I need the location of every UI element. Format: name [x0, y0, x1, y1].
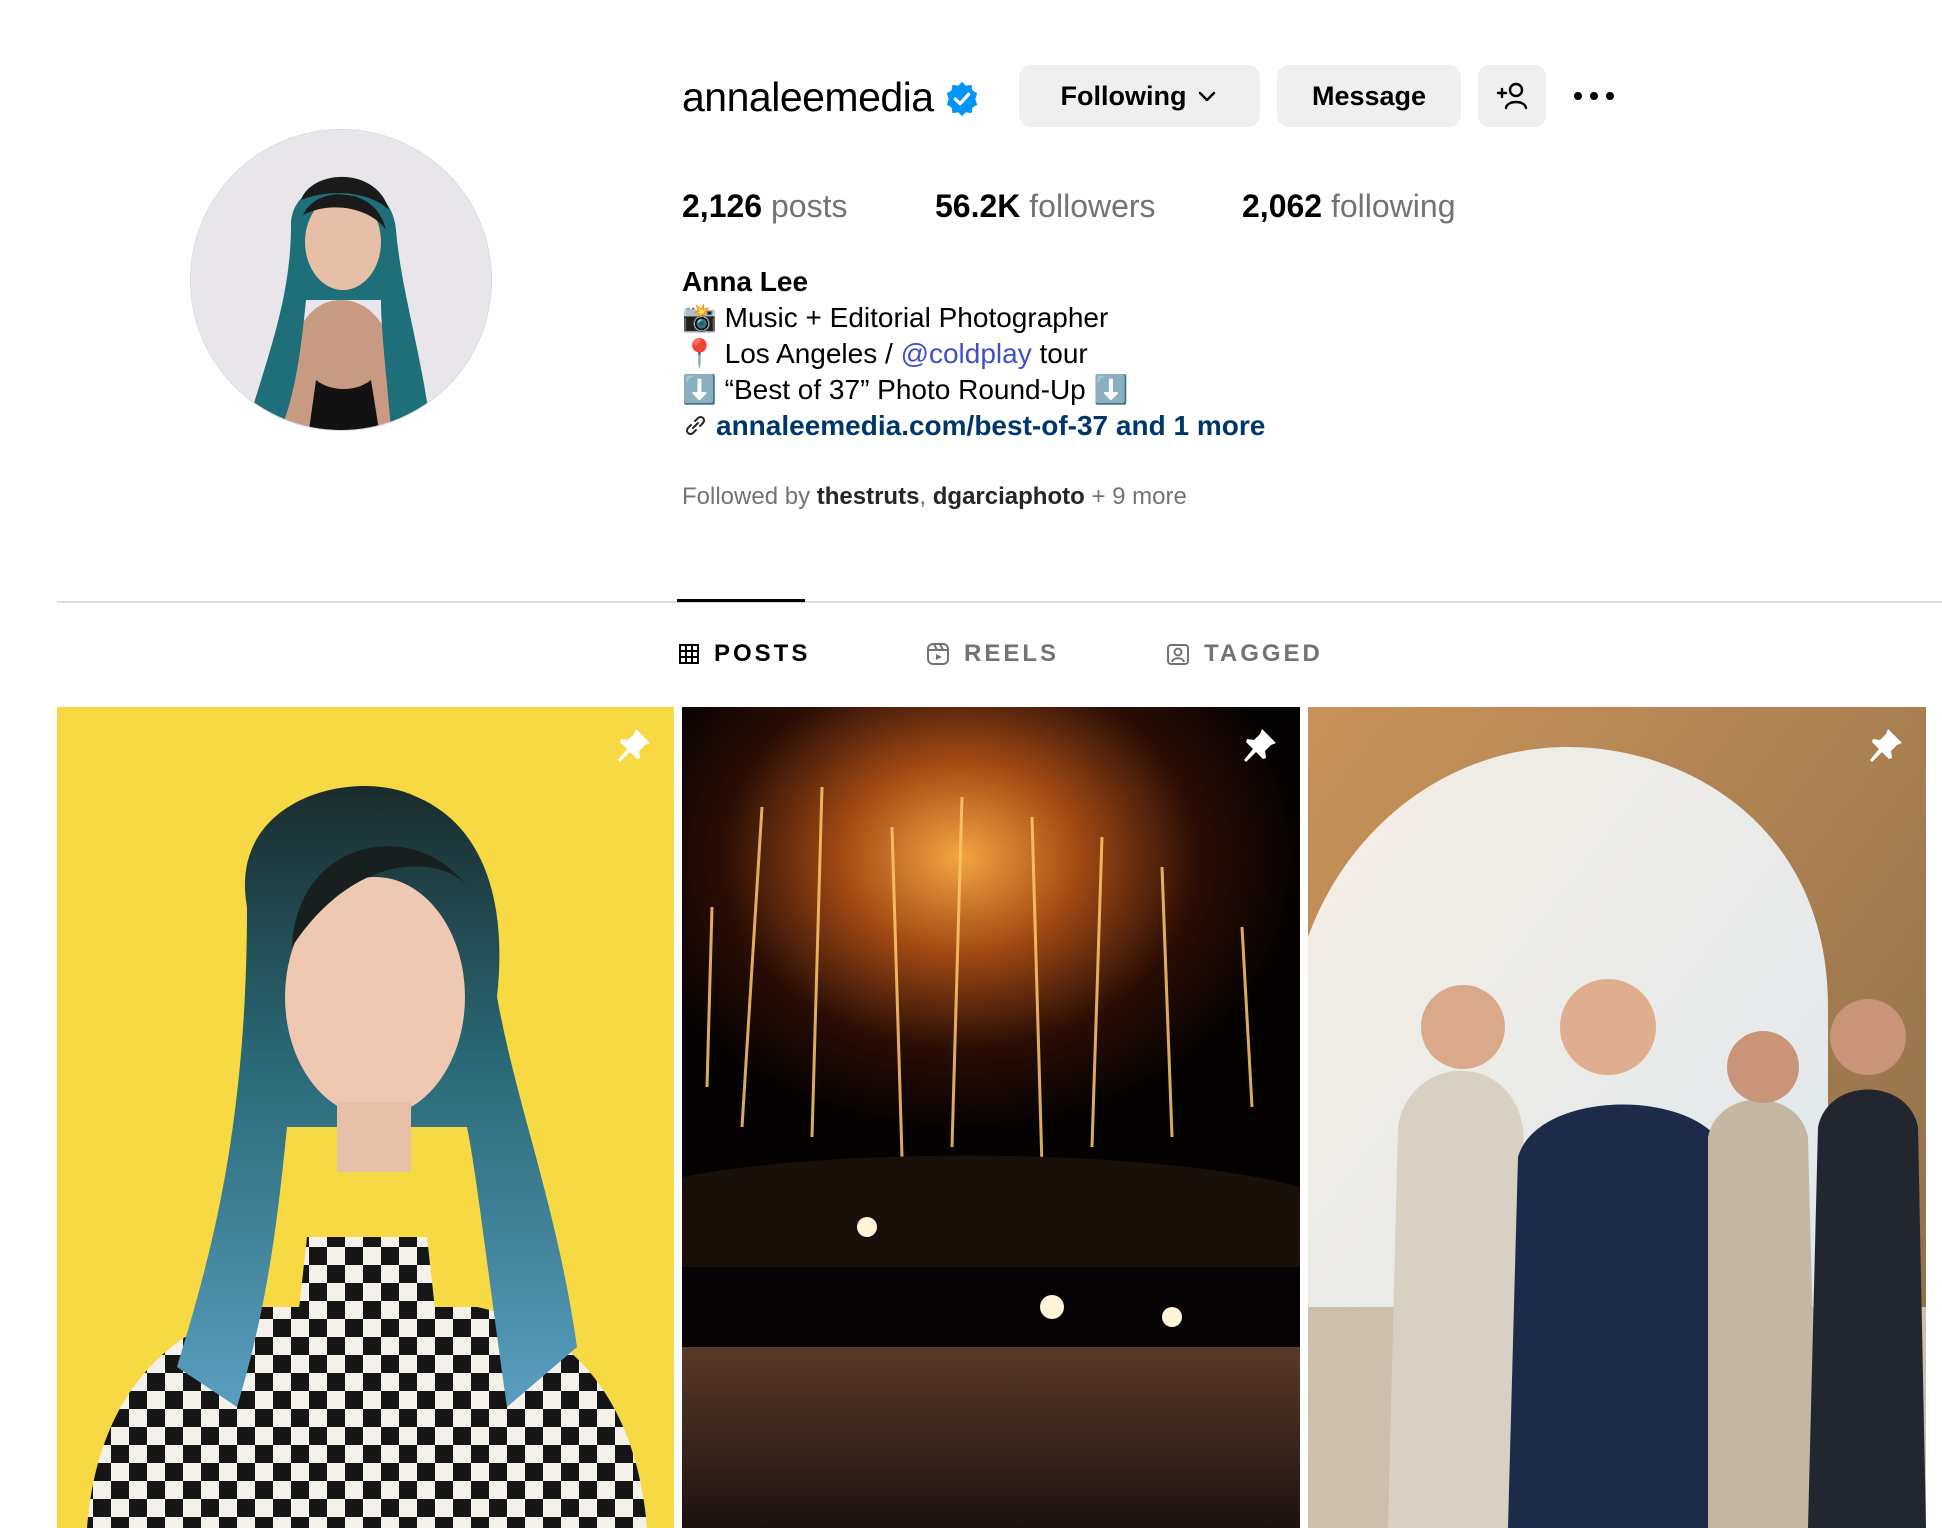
bio-occupation-text: Music + Editorial Photographer — [724, 302, 1109, 333]
profile-username: annaleemedia — [682, 74, 934, 120]
suggested-users-button[interactable] — [1478, 65, 1546, 127]
post-tile[interactable] — [1308, 707, 1926, 1528]
followers-stat[interactable]: 56.2K followers — [935, 186, 1156, 226]
post-photo-band-portrait — [1308, 707, 1926, 1528]
bio-line-occupation: 📸 Music + Editorial Photographer — [682, 300, 1265, 336]
message-button-label: Message — [1311, 80, 1427, 111]
bio-line-location: 📍 Los Angeles / @coldplay tour — [682, 336, 1265, 372]
profile-bio: Anna Lee 📸 Music + Editorial Photographe… — [682, 264, 1265, 444]
tab-posts[interactable]: POSTS — [678, 640, 810, 668]
profile-full-name: Anna Lee — [682, 266, 809, 297]
active-tab-indicator — [677, 599, 805, 602]
followed-by-prefix: Followed by — [682, 483, 817, 510]
bio-roundup-text: “Best of 37” Photo Round-Up — [724, 374, 1086, 405]
tagged-icon — [1167, 644, 1189, 665]
more-options-icon[interactable] — [1571, 82, 1617, 110]
down-arrow-emoji: ⬇️ — [682, 374, 717, 405]
coldplay-mention-link[interactable]: @coldplay — [901, 338, 1032, 369]
pushpin-emoji: 📍 — [682, 338, 717, 369]
followers-label: followers — [1029, 188, 1156, 224]
bio-tour-text: tour — [1031, 338, 1088, 369]
tabs-divider — [57, 601, 1942, 603]
post-photo-portrait — [57, 707, 674, 1528]
pin-icon — [618, 729, 650, 762]
followed-by[interactable]: Followed by thestruts, dgarciaphoto + 9 … — [682, 483, 1187, 511]
followed-by-user-2: dgarciaphoto — [932, 483, 1085, 510]
profile-avatar[interactable] — [191, 130, 491, 430]
followers-count: 56.2K — [935, 188, 1021, 224]
following-label: following — [1330, 188, 1456, 224]
post-tile[interactable] — [682, 707, 1300, 1528]
posts-count: 2,126 — [682, 188, 763, 224]
reels-icon — [927, 643, 949, 665]
posts-stat: 2,126 posts — [682, 186, 847, 226]
following-count: 2,062 — [1242, 188, 1323, 224]
message-button[interactable]: Message — [1277, 65, 1461, 127]
camera-flash-emoji: 📸 — [682, 302, 717, 333]
avatar-photo — [191, 130, 491, 430]
posts-label: posts — [770, 188, 848, 224]
pin-icon — [1870, 729, 1902, 762]
tab-tagged[interactable]: TAGGED — [1166, 640, 1323, 668]
tab-posts-label: POSTS — [714, 640, 811, 667]
pin-icon — [1244, 729, 1276, 762]
followed-by-separator: , — [919, 483, 933, 510]
chevron-down-icon — [1199, 91, 1216, 102]
post-photo-concert-fireworks — [682, 707, 1300, 1528]
following-button-label: Following — [1060, 80, 1187, 111]
followed-by-suffix: + 9 more — [1084, 483, 1187, 510]
tab-tagged-label: TAGGED — [1204, 640, 1323, 667]
tab-reels[interactable]: REELS — [926, 640, 1059, 668]
link-icon — [685, 415, 706, 436]
followed-by-user-1: thestruts — [816, 483, 920, 510]
bio-link-text: annaleemedia.com/best-of-37 and 1 more — [716, 410, 1266, 441]
tab-reels-label: REELS — [964, 640, 1060, 667]
bio-line-roundup: ⬇️ “Best of 37” Photo Round-Up ⬇️ — [682, 372, 1265, 408]
following-stat[interactable]: 2,062 following — [1242, 186, 1455, 226]
bio-link[interactable]: annaleemedia.com/best-of-37 and 1 more — [682, 408, 1265, 444]
post-tile[interactable] — [57, 707, 674, 1528]
grid-icon — [679, 644, 699, 664]
verified-badge-icon — [946, 81, 978, 117]
following-button[interactable]: Following — [1019, 65, 1260, 127]
add-user-icon — [1496, 82, 1528, 110]
bio-location-text: Los Angeles / — [724, 338, 901, 369]
down-arrow-emoji: ⬇️ — [1093, 374, 1129, 405]
